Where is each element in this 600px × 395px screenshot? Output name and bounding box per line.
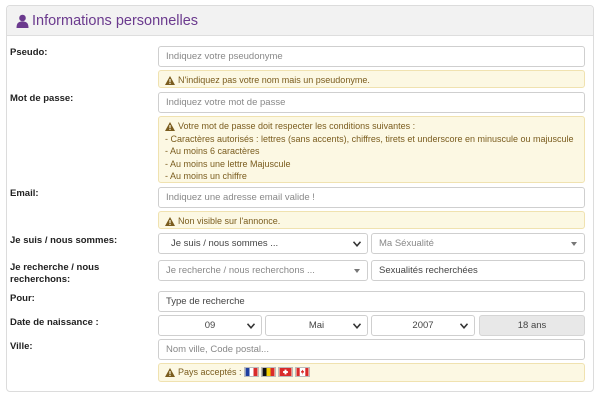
password-rule: - Au moins une lettre Majuscule <box>165 158 291 169</box>
je-suis-label: Je suis / nous sommes: <box>10 235 118 246</box>
password-rule: - Au moins 6 caractères <box>165 146 260 156</box>
pseudo-warning: N'indiquez pas votre nom mais un pseudon… <box>158 70 585 88</box>
chevron-down-icon <box>247 323 255 329</box>
je-suis-select[interactable]: Je suis / nous sommes ... <box>158 233 368 254</box>
flag-switzerland-icon <box>277 367 293 378</box>
warning-icon <box>165 75 175 85</box>
password-warning: Votre mot de passe doit respecter les co… <box>158 116 585 183</box>
password-rule: - Caractères autorisés : lettres (sans a… <box>165 133 574 144</box>
email-input[interactable]: Indiquez une adresse email valide ! <box>158 187 585 208</box>
password-label: Mot de passe: <box>10 93 74 104</box>
birth-month-value: Mai <box>308 320 325 331</box>
naissance-label: Date de naissance : <box>10 317 99 328</box>
password-warning-title: Votre mot de passe doit respecter les co… <box>178 121 416 131</box>
panel-title: Informations personnelles <box>32 12 199 29</box>
warning-icon <box>165 121 175 131</box>
warning-icon <box>165 216 175 226</box>
recherche-label-line1: Je recherche / nous <box>10 262 100 273</box>
sexuality-select[interactable]: Ma Séxualité <box>371 233 585 254</box>
email-warning-text: Non visible sur l'annonce. <box>178 216 281 226</box>
flag-france-icon <box>243 367 259 378</box>
password-rule: - Au moins un chiffre <box>165 171 247 181</box>
recherche-label-line2: recherchons: <box>10 274 71 285</box>
birth-day-value: 09 <box>204 320 216 331</box>
triangle-down-icon <box>354 269 360 273</box>
je-suis-select-value: Je suis / nous sommes ... <box>171 238 279 249</box>
birth-year-value: 2007 <box>412 320 434 331</box>
user-icon <box>16 14 29 28</box>
panel-header: Informations personnelles <box>7 6 593 36</box>
recherche-select[interactable]: Je recherche / nous recherchons ... <box>158 260 368 281</box>
pour-label: Pour: <box>10 293 35 304</box>
flag-canada-icon <box>294 367 310 378</box>
pour-input[interactable]: Type de recherche <box>158 291 585 312</box>
sexualities-sought-select[interactable]: Sexualités recherchées <box>371 260 585 281</box>
warning-icon <box>165 367 175 377</box>
sexuality-select-value: Ma Séxualité <box>379 238 434 249</box>
birth-day-select[interactable]: 09 <box>158 315 262 336</box>
ville-label: Ville: <box>10 341 33 352</box>
flag-belgium-icon <box>260 367 276 378</box>
email-warning: Non visible sur l'annonce. <box>158 211 585 229</box>
pseudo-input[interactable]: Indiquez votre pseudonyme <box>158 46 585 67</box>
chevron-down-icon <box>353 323 361 329</box>
email-label: Email: <box>10 188 39 199</box>
age-display: 18 ans <box>479 315 585 336</box>
password-input[interactable]: Indiquez votre mot de passe <box>158 92 585 113</box>
triangle-down-icon <box>571 242 577 246</box>
pseudo-label: Pseudo: <box>10 47 48 58</box>
chevron-down-icon <box>460 323 468 329</box>
recherche-select-value: Je recherche / nous recherchons ... <box>166 265 315 276</box>
ville-warning-text: Pays acceptés : <box>178 367 242 377</box>
birth-year-select[interactable]: 2007 <box>371 315 475 336</box>
ville-warning: Pays acceptés : <box>158 363 585 382</box>
chevron-down-icon <box>353 241 361 247</box>
ville-input[interactable]: Nom ville, Code postal... <box>158 339 585 360</box>
birth-month-select[interactable]: Mai <box>265 315 368 336</box>
pseudo-warning-text: N'indiquez pas votre nom mais un pseudon… <box>178 75 370 85</box>
